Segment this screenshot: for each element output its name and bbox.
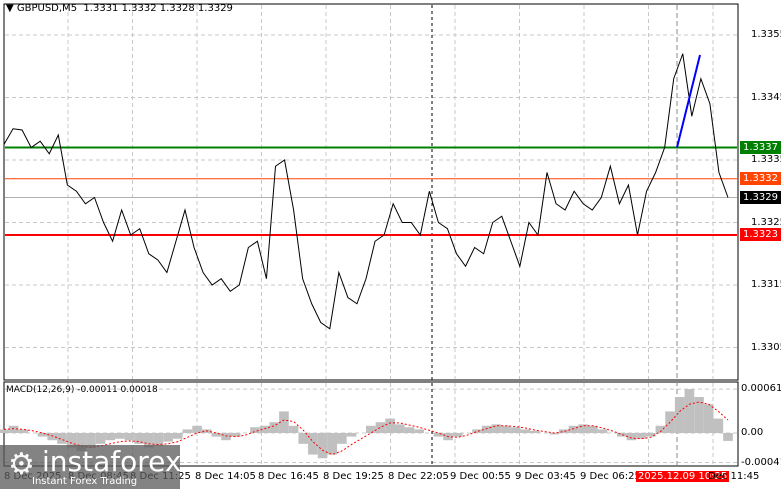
macd-bar xyxy=(452,433,463,437)
macd-bar xyxy=(433,433,444,437)
watermark-tagline: Instant Forex Trading xyxy=(32,476,138,487)
watermark-brand: instaforex xyxy=(42,445,182,478)
x-tick: 8 Dec 22:05 xyxy=(388,471,449,482)
x-tick: 9 Dec 00:55 xyxy=(450,471,511,482)
macd-bar xyxy=(414,429,424,433)
macd-bar xyxy=(337,433,347,444)
watermark: ⚙ instaforex Instant Forex Trading xyxy=(0,445,182,489)
macd-bar xyxy=(375,422,386,433)
macd-bar xyxy=(288,425,299,433)
macd-bar xyxy=(520,429,531,433)
macd-bar xyxy=(626,433,637,441)
macd-bar xyxy=(317,433,328,459)
macd-bar xyxy=(327,433,338,455)
macd-bar xyxy=(491,424,502,433)
macd-bar xyxy=(37,433,48,437)
y-tick: 1.3355 xyxy=(751,29,781,40)
level-tag: 1.3337 xyxy=(740,140,781,154)
macd-bar xyxy=(559,429,569,433)
macd-bar xyxy=(501,425,511,433)
chart-canvas xyxy=(0,3,739,467)
x-tick: 9 Dec 06:25 xyxy=(580,471,641,482)
y-tick: 1.3315 xyxy=(751,279,781,290)
macd-bar xyxy=(115,433,125,439)
chart-window: ▼ GBPUSD,M5 1.3331 1.3332 1.3328 1.3329 … xyxy=(0,0,781,489)
level-tag: 1.3323 xyxy=(740,228,781,241)
macd-bar xyxy=(568,425,579,433)
macd-bar xyxy=(385,418,395,433)
macd-bar xyxy=(95,433,106,444)
main-pane-border xyxy=(3,3,739,381)
trend-line xyxy=(676,54,701,148)
y-tick: 1.3305 xyxy=(751,341,781,353)
macd-bar xyxy=(346,433,357,437)
macd-bar xyxy=(308,433,318,455)
level-tag: 1.3332 xyxy=(740,171,781,185)
macd-bar xyxy=(192,425,202,433)
macd-bar xyxy=(616,433,627,437)
macd-bar xyxy=(182,429,193,433)
x-tick: 9 Dec 03:45 xyxy=(515,471,576,482)
y-tick: 1.3325 xyxy=(751,216,781,228)
macd-bar xyxy=(510,427,521,433)
macd-bar xyxy=(684,389,695,433)
macd-bar xyxy=(713,418,724,433)
macd-y-tick: 0.00061 xyxy=(741,383,781,395)
macd-bar xyxy=(530,430,540,433)
x-tick: Dec 11:45 xyxy=(708,471,760,482)
macd-bar xyxy=(298,433,309,444)
macd-bar xyxy=(578,424,589,433)
macd-bar xyxy=(0,429,9,433)
ohlc: 1.3331 1.3332 1.3328 1.3329 xyxy=(83,3,233,14)
x-tick: 8 Dec 14:05 xyxy=(195,471,256,482)
y-tick: 1.3345 xyxy=(751,91,781,103)
macd-bar xyxy=(172,433,183,439)
y-tick: 1.3335 xyxy=(751,154,781,165)
macd-bar xyxy=(47,433,58,441)
macd-bar xyxy=(723,433,733,441)
x-tick: 8 Dec 19:25 xyxy=(323,471,384,482)
macd-bar xyxy=(597,429,608,433)
macd-bar xyxy=(404,427,415,433)
macd-bar xyxy=(57,433,67,444)
x-tick: 8 Dec 16:45 xyxy=(258,471,319,482)
macd-bar xyxy=(472,429,482,433)
macd-bar xyxy=(636,433,646,439)
level-tag: 1.3329 xyxy=(740,190,781,204)
macd-bar xyxy=(674,397,685,433)
macd-bar xyxy=(269,422,280,433)
macd-bar xyxy=(105,433,116,441)
macd-bar xyxy=(124,433,135,441)
price-line xyxy=(3,53,729,330)
macd-bar xyxy=(18,429,29,433)
symbol: GBPUSD,M5 xyxy=(16,3,78,14)
macd-title: MACD(12,26,9) -0.00011 0.00018 xyxy=(6,385,158,395)
macd-y-tick: 0.00 xyxy=(741,427,764,438)
macd-y-tick: -0.00041 xyxy=(741,456,781,468)
macd-bar xyxy=(394,424,405,433)
symbol-header: ▼ GBPUSD,M5 1.3331 1.3332 1.3328 1.3329 xyxy=(6,3,233,14)
macd-bar xyxy=(163,433,173,442)
macd-bar xyxy=(366,425,376,433)
macd-bar xyxy=(703,404,714,433)
